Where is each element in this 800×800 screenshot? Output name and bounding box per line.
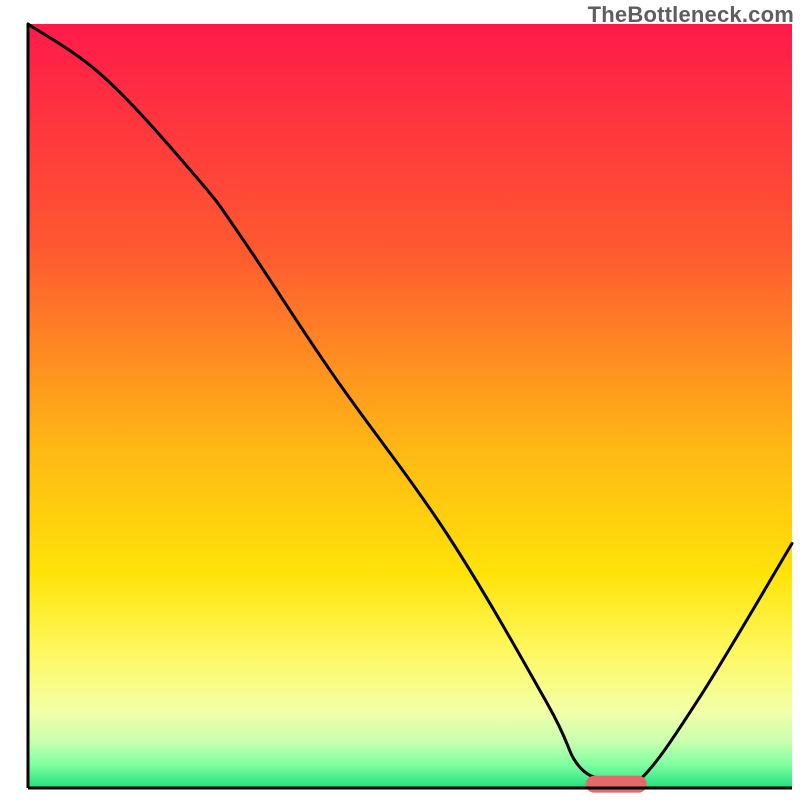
optimal-range-marker [586,776,647,793]
chart-background [28,24,792,788]
chart-container: TheBottleneck.com [0,0,800,800]
bottleneck-chart [0,0,800,800]
